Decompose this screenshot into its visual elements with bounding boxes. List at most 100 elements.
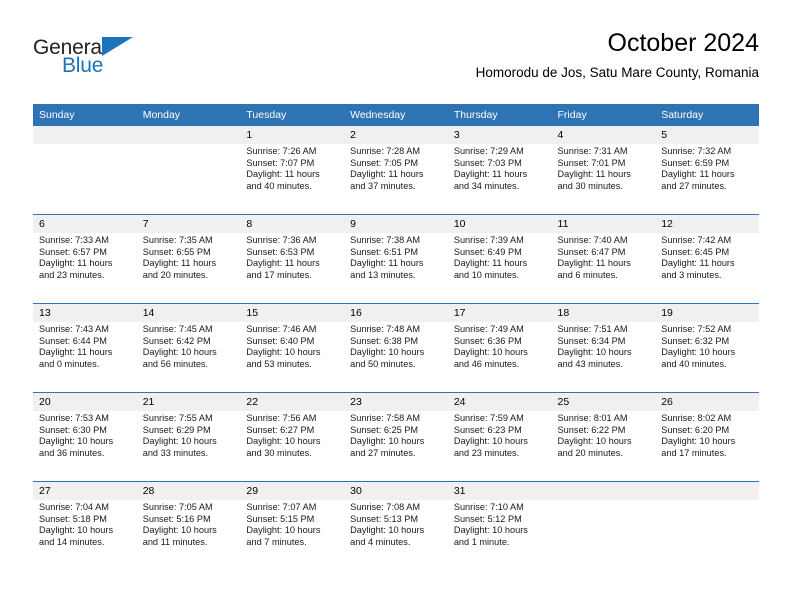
calendar-day-cell[interactable]: 27 Sunrise: 7:04 AM Sunset: 5:18 PM Dayligh… (33, 481, 137, 570)
calendar-day-cell[interactable]: 3 Sunrise: 7:29 AM Sunset: 7:03 PM Daylight… (447, 126, 552, 215)
calendar-day-cell[interactable]: 7 Sunrise: 7:35 AM Sunset: 6:55 PM Daylight… (136, 214, 241, 304)
daylight-text-line1: Daylight: 10 hours (350, 525, 425, 536)
calendar-day-cell[interactable]: 10 Sunrise: 7:39 AM Sunset: 6:49 PM Dayligh… (447, 214, 552, 304)
day-number: 31 (447, 482, 552, 500)
calendar-day-cell[interactable]: 11 Sunrise: 7:40 AM Sunset: 6:47 PM Dayligh… (551, 214, 656, 304)
day-number: 3 (447, 126, 552, 144)
day-details: Sunrise: 8:01 AM Sunset: 6:22 PM Daylight:… (552, 411, 656, 459)
calendar-day-cell[interactable]: 23 Sunrise: 7:58 AM Sunset: 6:25 PM Dayligh… (344, 392, 448, 482)
daylight-text-line1: Daylight: 10 hours (142, 525, 217, 536)
calendar-day-cell[interactable]: 9 Sunrise: 7:38 AM Sunset: 6:51 PM Daylight… (344, 214, 448, 304)
sunset-text: Sunset: 6:49 PM (453, 246, 522, 257)
sunrise-text: Sunrise: 7:40 AM (557, 235, 628, 245)
daylight-text-line1: Daylight: 10 hours (350, 436, 425, 447)
sunset-text: Sunset: 6:53 PM (246, 246, 315, 257)
calendar-day-cell[interactable]: 20 Sunrise: 7:53 AM Sunset: 6:30 PM Dayligh… (33, 392, 137, 482)
sunset-text: Sunset: 6:34 PM (557, 335, 626, 346)
daylight-text-line1: Daylight: 10 hours (142, 436, 217, 447)
calendar-day-cell[interactable]: 25 Sunrise: 8:01 AM Sunset: 6:22 PM Dayligh… (551, 392, 656, 482)
daylight-text-line2: and 36 minutes. (39, 447, 105, 458)
sunrise-text: Sunrise: 7:58 AM (350, 413, 421, 423)
daylight-text-line1: Daylight: 11 hours (557, 169, 631, 180)
calendar-empty-cell (33, 126, 137, 215)
sunrise-text: Sunrise: 7:04 AM (39, 502, 109, 512)
day-number: 1 (240, 126, 345, 144)
day-details: Sunrise: 7:35 AM Sunset: 6:55 PM Daylight:… (137, 233, 241, 281)
day-details: Sunrise: 7:56 AM Sunset: 6:27 PM Daylight:… (240, 411, 344, 459)
calendar-day-cell[interactable]: 12 Sunrise: 7:42 AM Sunset: 6:45 PM Dayligh… (655, 214, 759, 304)
daylight-text-line1: Daylight: 10 hours (246, 525, 321, 536)
page-subtitle: Homorodu de Jos, Satu Mare County, Roman… (475, 65, 759, 80)
sunset-text: Sunset: 7:01 PM (557, 157, 626, 168)
sunrise-text: Sunrise: 7:39 AM (453, 235, 524, 245)
day-number (33, 126, 137, 144)
calendar-day-cell[interactable]: 30 Sunrise: 7:08 AM Sunset: 5:13 PM Dayligh… (344, 481, 448, 570)
day-details: Sunrise: 7:49 AM Sunset: 6:36 PM Daylight:… (448, 322, 552, 370)
sunset-text: Sunset: 7:03 PM (453, 157, 522, 168)
day-details: Sunrise: 7:36 AM Sunset: 6:53 PM Daylight:… (240, 233, 344, 281)
calendar-day-cell[interactable]: 21 Sunrise: 7:55 AM Sunset: 6:29 PM Dayligh… (136, 392, 241, 482)
calendar-day-cell[interactable]: 19 Sunrise: 7:52 AM Sunset: 6:32 PM Dayligh… (655, 303, 759, 393)
day-details: Sunrise: 7:52 AM Sunset: 6:32 PM Daylight:… (655, 322, 759, 370)
sunset-text: Sunset: 6:23 PM (453, 424, 522, 435)
calendar-day-cell[interactable]: 26 Sunrise: 8:02 AM Sunset: 6:20 PM Dayligh… (655, 392, 759, 482)
day-details: Sunrise: 7:26 AM Sunset: 7:07 PM Daylight:… (240, 144, 344, 192)
daylight-text-line1: Daylight: 11 hours (453, 258, 528, 269)
daylight-text-line2: and 1 minute. (453, 536, 510, 547)
calendar-day-cell[interactable]: 6 Sunrise: 7:33 AM Sunset: 6:57 PM Daylight… (33, 214, 137, 304)
sunset-text: Sunset: 6:55 PM (142, 246, 211, 257)
daylight-text-line1: Daylight: 11 hours (246, 169, 320, 180)
daylight-text-line2: and 50 minutes. (350, 358, 416, 369)
sunrise-text: Sunrise: 7:05 AM (142, 502, 213, 512)
sunrise-text: Sunrise: 7:29 AM (453, 146, 524, 156)
weekday-header-friday: Friday (551, 104, 656, 126)
sunrise-text: Sunrise: 7:07 AM (246, 502, 317, 512)
weekday-header-saturday: Saturday (655, 104, 759, 126)
daylight-text-line1: Daylight: 10 hours (661, 436, 736, 447)
general-blue-logo[interactable]: General Blue (33, 36, 143, 82)
sunset-text: Sunset: 6:30 PM (39, 424, 107, 435)
daylight-text-line2: and 23 minutes. (453, 447, 520, 458)
daylight-text-line1: Daylight: 11 hours (39, 347, 113, 358)
calendar-day-cell[interactable]: 28 Sunrise: 7:05 AM Sunset: 5:16 PM Dayligh… (136, 481, 241, 570)
day-details: Sunrise: 7:48 AM Sunset: 6:38 PM Daylight:… (344, 322, 448, 370)
calendar-day-cell[interactable]: 18 Sunrise: 7:51 AM Sunset: 6:34 PM Dayligh… (551, 303, 656, 393)
day-details: Sunrise: 7:32 AM Sunset: 6:59 PM Daylight:… (655, 144, 759, 192)
calendar-day-cell[interactable]: 13 Sunrise: 7:43 AM Sunset: 6:44 PM Dayligh… (33, 303, 137, 393)
calendar-day-cell[interactable]: 31 Sunrise: 7:10 AM Sunset: 5:12 PM Dayligh… (447, 481, 552, 570)
day-number: 10 (447, 215, 552, 233)
daylight-text-line1: Daylight: 10 hours (453, 347, 528, 358)
daylight-text-line1: Daylight: 10 hours (39, 436, 114, 447)
day-details: Sunrise: 7:43 AM Sunset: 6:44 PM Daylight:… (33, 322, 137, 370)
sunrise-text: Sunrise: 8:02 AM (661, 413, 732, 423)
day-number: 8 (240, 215, 345, 233)
day-details: Sunrise: 8:02 AM Sunset: 6:20 PM Daylight:… (655, 411, 759, 459)
calendar-day-cell[interactable]: 5 Sunrise: 7:32 AM Sunset: 6:59 PM Daylight… (655, 126, 759, 215)
calendar-day-cell[interactable]: 15 Sunrise: 7:46 AM Sunset: 6:40 PM Dayligh… (240, 303, 345, 393)
calendar-empty-cell (551, 481, 656, 570)
sunrise-text: Sunrise: 7:38 AM (350, 235, 421, 245)
sunset-text: Sunset: 5:12 PM (453, 513, 522, 524)
calendar-day-cell[interactable]: 17 Sunrise: 7:49 AM Sunset: 6:36 PM Dayligh… (447, 303, 552, 393)
sunset-text: Sunset: 7:07 PM (246, 157, 315, 168)
calendar-day-cell[interactable]: 24 Sunrise: 7:59 AM Sunset: 6:23 PM Dayligh… (447, 392, 552, 482)
daylight-text-line2: and 4 minutes. (350, 536, 411, 547)
calendar-day-cell[interactable]: 4 Sunrise: 7:31 AM Sunset: 7:01 PM Daylight… (551, 126, 656, 215)
calendar-day-cell[interactable]: 16 Sunrise: 7:48 AM Sunset: 6:38 PM Dayligh… (344, 303, 448, 393)
day-number: 19 (655, 304, 759, 322)
day-number (551, 482, 656, 500)
calendar-day-cell[interactable]: 1 Sunrise: 7:26 AM Sunset: 7:07 PM Daylight… (240, 126, 345, 215)
calendar-day-cell[interactable]: 29 Sunrise: 7:07 AM Sunset: 5:15 PM Dayligh… (240, 481, 345, 570)
calendar-day-cell[interactable]: 22 Sunrise: 7:56 AM Sunset: 6:27 PM Dayligh… (240, 392, 345, 482)
calendar-day-cell[interactable]: 8 Sunrise: 7:36 AM Sunset: 6:53 PM Daylight… (240, 214, 345, 304)
day-details: Sunrise: 7:05 AM Sunset: 5:16 PM Daylight:… (137, 500, 241, 548)
sunrise-text: Sunrise: 7:42 AM (661, 235, 732, 245)
calendar-day-cell[interactable]: 2 Sunrise: 7:28 AM Sunset: 7:05 PM Daylight… (344, 126, 448, 215)
day-details: Sunrise: 7:42 AM Sunset: 6:45 PM Daylight:… (655, 233, 759, 281)
sunset-text: Sunset: 6:29 PM (142, 424, 211, 435)
calendar-day-cell[interactable]: 14 Sunrise: 7:45 AM Sunset: 6:42 PM Dayligh… (136, 303, 241, 393)
sunset-text: Sunset: 6:25 PM (350, 424, 419, 435)
daylight-text-line1: Daylight: 11 hours (350, 258, 424, 269)
day-number: 16 (344, 304, 448, 322)
daylight-text-line1: Daylight: 11 hours (557, 258, 631, 269)
